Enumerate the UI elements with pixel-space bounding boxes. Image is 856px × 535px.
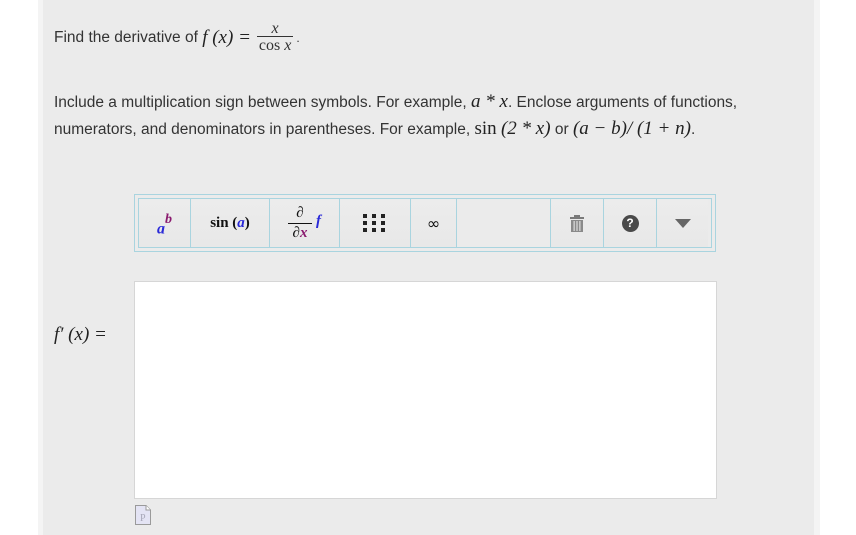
instructions-text: Include a multiplication sign between sy… — [54, 91, 738, 139]
help-button[interactable]: ? — [604, 199, 657, 247]
svg-text:P: P — [140, 513, 146, 524]
example-sin-fn: sin — [474, 118, 497, 139]
function-fraction: x cos x — [256, 20, 294, 54]
clear-button[interactable] — [551, 199, 604, 247]
question-end: . — [296, 30, 300, 45]
function-lhs: f (x) = — [202, 26, 251, 48]
example-fraction: (a − b)/ (1 + n) — [572, 118, 691, 139]
derivative-icon: ∂ ∂x — [288, 205, 312, 242]
help-icon: ? — [621, 214, 639, 232]
example-multiplication: a * x — [471, 91, 508, 112]
sin-button[interactable]: sin (a) — [191, 199, 270, 247]
matrix-icon — [363, 214, 387, 232]
page-margin-edge-right — [814, 0, 820, 535]
example-sin-arg: (2 * x) — [500, 118, 551, 139]
toolbar-spacer — [457, 199, 551, 247]
fraction-denominator: cos x — [258, 37, 292, 54]
page-margin-left — [0, 0, 38, 535]
question-text: Find the derivative of f (x) = x cos x . — [54, 20, 300, 55]
power-button[interactable]: ab — [139, 199, 191, 247]
preview-button[interactable]: P — [135, 505, 151, 530]
answer-label: f′ (x) = — [54, 324, 107, 345]
math-editor-toolbar: ab sin (a) ∂ ∂x f ∞ ? — [134, 194, 716, 252]
more-options-button[interactable] — [657, 199, 708, 247]
preview-document-icon: P — [135, 505, 151, 525]
matrix-button[interactable] — [340, 199, 411, 247]
infinity-button[interactable]: ∞ — [411, 199, 457, 247]
fraction-numerator: x — [271, 20, 279, 37]
question-prompt: Find the derivative of — [54, 28, 198, 46]
function-icon: sin (a) — [210, 214, 250, 231]
trash-icon — [570, 214, 584, 232]
triangle-down-icon — [674, 218, 691, 228]
answer-input[interactable] — [134, 281, 717, 499]
power-icon: ab — [157, 211, 172, 238]
derivative-button[interactable]: ∂ ∂x f — [270, 199, 340, 247]
infinity-icon: ∞ — [426, 213, 441, 233]
